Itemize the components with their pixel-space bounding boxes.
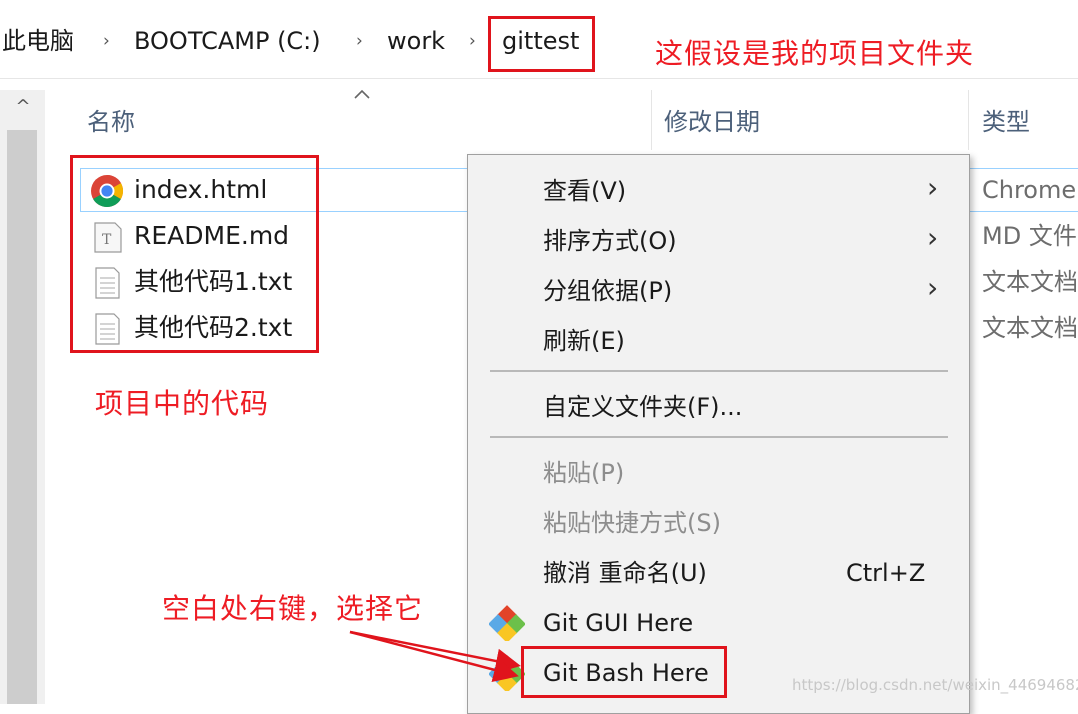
file-type-cell: 文本文档 xyxy=(982,268,1078,296)
menu-item-refresh[interactable]: 刷新(E) xyxy=(543,323,625,359)
menu-item-view[interactable]: 查看(V) xyxy=(543,173,626,209)
menu-separator xyxy=(490,370,948,372)
submenu-arrow-icon: › xyxy=(927,171,939,204)
menu-item-customize-folder[interactable]: 自定义文件夹(F)... xyxy=(543,389,742,425)
gittest-highlight-box xyxy=(488,16,595,72)
column-divider[interactable] xyxy=(651,90,652,150)
scroll-up-arrow-icon[interactable]: ^ xyxy=(10,94,36,120)
menu-item-undo-rename[interactable]: 撤消 重命名(U) xyxy=(543,555,707,591)
undo-shortcut-label: Ctrl+Z xyxy=(846,559,926,587)
code-files-highlight-box xyxy=(70,155,319,353)
breadcrumb-item-bootcamp[interactable]: BOOTCAMP (C:) xyxy=(134,22,321,60)
submenu-arrow-icon: › xyxy=(927,221,939,254)
sort-ascending-icon xyxy=(353,84,371,103)
column-header-name[interactable]: 名称 xyxy=(87,104,135,140)
file-type-cell: MD 文件 xyxy=(982,222,1077,250)
watermark: https://blog.csdn.net/weixin_44694682 xyxy=(792,676,1078,694)
scrollbar-thumb[interactable] xyxy=(7,130,37,704)
menu-item-git-gui-here[interactable]: Git GUI Here xyxy=(543,605,693,641)
code-annotation: 项目中的代码 xyxy=(95,387,270,420)
column-divider[interactable] xyxy=(968,90,969,150)
git-bash-highlight-box xyxy=(521,646,727,698)
annotation-arrow-icon xyxy=(349,630,521,683)
menu-item-sort[interactable]: 排序方式(O) xyxy=(543,223,677,259)
file-type-cell: 文本文档 xyxy=(982,314,1078,342)
breadcrumb-separator: › xyxy=(469,31,476,51)
folder-annotation: 这假设是我的项目文件夹 xyxy=(655,37,975,70)
menu-item-paste: 粘贴(P) xyxy=(543,459,625,487)
menu-item-group[interactable]: 分组依据(P) xyxy=(543,273,672,309)
context-menu: 查看(V) › 排序方式(O) › 分组依据(P) › 刷新(E) 自定义文件夹… xyxy=(467,154,970,714)
column-header-type[interactable]: 类型 xyxy=(982,104,1030,140)
file-type-cell: Chrome xyxy=(982,176,1077,204)
breadcrumb-item-work[interactable]: work xyxy=(387,22,445,60)
breadcrumb-item-this-pc[interactable]: 此电脑 xyxy=(2,22,74,60)
menu-separator xyxy=(490,436,948,438)
column-header-modified[interactable]: 修改日期 xyxy=(664,104,760,140)
menu-item-paste-shortcut: 粘贴快捷方式(S) xyxy=(543,509,721,537)
breadcrumb-separator: › xyxy=(356,31,363,51)
breadcrumb-separator: › xyxy=(103,31,110,51)
breadcrumb-divider xyxy=(0,78,1078,79)
submenu-arrow-icon: › xyxy=(927,271,939,304)
